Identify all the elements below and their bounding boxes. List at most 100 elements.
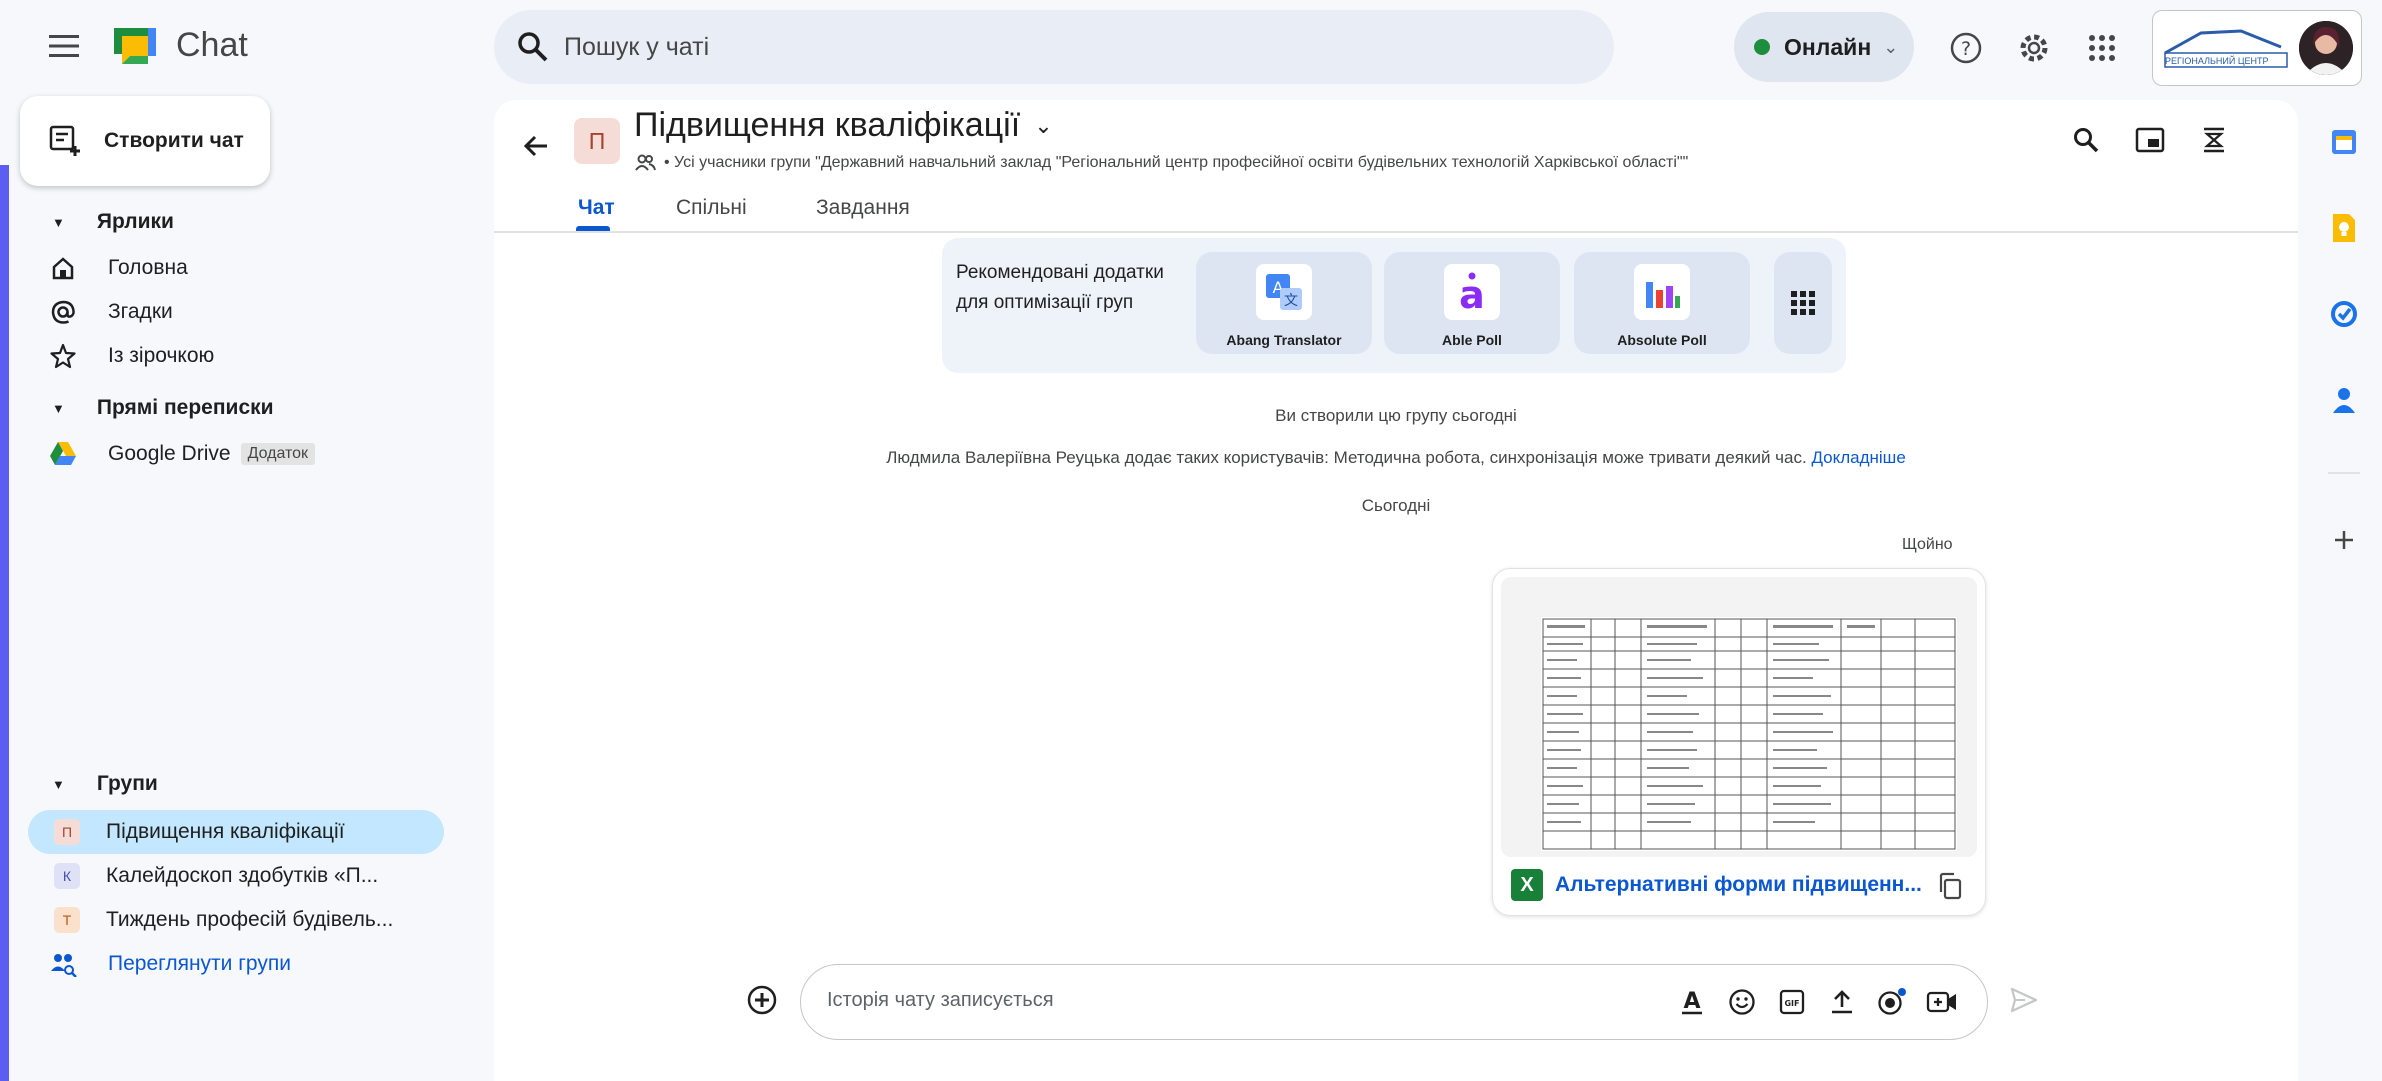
section-header-label: Прямі переписки [96,396,274,419]
able-poll-icon: a [1444,264,1500,320]
system-message-text: Людмила Валеріївна Реуцька додає таких к… [886,448,1807,467]
section-header-label: Групи [96,772,158,795]
threads-icon[interactable] [2194,120,2234,160]
send-icon[interactable] [2004,980,2044,1020]
section-header-direct-messages[interactable]: ▼ Прямі переписки [52,396,274,420]
back-arrow-icon[interactable] [516,126,556,166]
section-header-label: Ярлики [96,210,174,233]
system-message-created: Ви створили цю групу сьогодні [1275,406,1517,425]
collapse-triangle-icon: ▼ [52,214,65,230]
addon-name: Able Poll [1442,332,1502,348]
sidebar-item-label: Згадки [108,300,173,323]
calendar-icon[interactable] [2324,122,2364,162]
organization-logo-text: РЕГІОНАЛЬНИЙ ЦЕНТР [2165,56,2269,66]
new-chat-button[interactable]: Створити чат [20,96,270,186]
tab-chat[interactable]: Чат [578,196,615,220]
spreadsheet-preview-thumbnail[interactable] [1501,577,1977,857]
people-icon [634,152,656,174]
gear-icon[interactable] [2012,26,2056,70]
add-attachment-icon[interactable] [742,980,782,1020]
sidebar-item-label: Головна [108,256,188,279]
group-avatar: К [54,863,80,889]
more-addons-grid-icon[interactable] [1774,252,1832,354]
copy-icon[interactable] [1933,869,1967,903]
room-avatar: П [574,118,620,164]
upload-icon[interactable] [1823,983,1861,1021]
search-placeholder: Пошук у чаті [564,32,710,61]
rail-divider [2328,472,2360,474]
learn-more-link[interactable]: Докладніше [1811,448,1905,467]
open-in-popup-icon[interactable] [2130,120,2170,160]
home-icon [48,253,78,283]
online-status-dot [1754,39,1770,55]
apps-grid-icon[interactable] [2080,26,2124,70]
chevron-down-icon: ⌄ [1883,36,1899,57]
main-menu-icon[interactable] [44,26,84,66]
help-icon[interactable]: ? [1944,26,1988,70]
addon-name: Abang Translator [1226,332,1342,348]
emoji-icon[interactable] [1723,983,1761,1021]
status-label: Онлайн [1784,33,1872,60]
room-subtitle: • Усі учасники групи "Державний навчальн… [634,152,1688,174]
message-timestamp: Щойно [1902,536,1953,553]
date-divider: Сьогодні [1361,496,1431,515]
system-message-added: Людмила Валеріївна Реуцька додає таких к… [494,448,2298,468]
addon-card-absolute-poll[interactable]: Absolute Poll [1574,252,1750,354]
sidebar-item-starred[interactable]: Із зірочкою [48,336,214,376]
spreadsheet-thumbnail-page [1541,617,1957,851]
bar-chart-icon [1634,264,1690,320]
star-icon [48,341,78,371]
message-composer[interactable]: Історія чату записується A GIF [800,964,1988,1040]
addon-card-abang-translator[interactable]: A文 Abang Translator [1196,252,1372,354]
avatar[interactable] [2299,21,2353,75]
contacts-icon[interactable] [2324,380,2364,420]
room-title[interactable]: Підвищення кваліфікації ⌄ [634,106,1053,145]
group-avatar: П [54,819,80,845]
search-in-room-icon[interactable] [2066,120,2106,160]
account-switcher[interactable]: РЕГІОНАЛЬНИЙ ЦЕНТР [2152,10,2362,86]
organization-logo-icon: РЕГІОНАЛЬНИЙ ЦЕНТР [2161,27,2291,71]
add-addon-plus-icon[interactable] [2324,520,2364,560]
chat-room-panel: П Підвищення кваліфікації ⌄ • Усі учасни… [494,100,2298,1081]
svg-text:A: A [1683,989,1700,1014]
keep-notes-icon[interactable] [2324,208,2364,248]
meet-video-call-icon[interactable] [1923,983,1961,1021]
room-subtitle-text: • Усі учасники групи "Державний навчальн… [664,154,1689,171]
gif-icon[interactable]: GIF [1773,983,1811,1021]
section-header-shortcuts[interactable]: ▼ Ярлики [52,210,174,234]
sidebar-item-home[interactable]: Головна [48,248,188,288]
tab-tasks[interactable]: Завдання [816,196,910,220]
recommended-addons-panel: Рекомендовані додатки для оптимізації гр… [942,238,1846,373]
new-chat-label: Створити чат [104,129,244,152]
sidebar-item-google-drive[interactable]: Google Drive Додаток [48,434,316,474]
room-title-text: Підвищення кваліфікації [634,106,1021,144]
sidebar-item-mentions[interactable]: Згадки [48,292,173,332]
tabs-divider [494,231,2298,233]
search-input[interactable]: Пошук у чаті [494,10,1614,84]
addon-card-able-poll[interactable]: a Able Poll [1384,252,1560,354]
addons-intro-text: Рекомендовані додатки для оптимізації гр… [956,262,1164,313]
sidebar-item-group-kaleidoskop[interactable]: К Калейдоскоп здобутків «П... [28,854,444,898]
sidebar-item-group-pidvyshchennia[interactable]: П Підвищення кваліфікації [28,810,444,854]
chevron-down-icon: ⌄ [1034,112,1053,138]
group-avatar: Т [54,907,80,933]
section-header-groups[interactable]: ▼ Групи [52,772,158,796]
app-title: Chat [176,26,248,64]
sidebar-item-label: Із зірочкою [108,344,215,367]
text-format-icon[interactable]: A [1673,983,1711,1021]
tab-shared[interactable]: Спільні [676,196,747,220]
record-video-icon[interactable] [1873,983,1911,1021]
attachment-name-link[interactable]: Альтернативні форми підвищенн... [1555,873,1929,897]
collapse-triangle-icon: ▼ [52,776,65,792]
status-selector[interactable]: Онлайн ⌄ [1734,12,1914,82]
search-icon [516,30,550,64]
google-chat-logo-icon [110,24,160,70]
collapse-triangle-icon: ▼ [52,400,65,416]
browse-groups-link[interactable]: Переглянути групи [48,944,291,984]
google-drive-icon [48,439,78,469]
translate-icon: A文 [1256,264,1312,320]
sidebar-item-group-tyzhden[interactable]: Т Тиждень професій будівель... [28,898,444,942]
tasks-icon[interactable] [2324,294,2364,334]
attachment-card[interactable]: X Альтернативні форми підвищенн... [1492,568,1986,916]
at-icon [48,297,78,327]
